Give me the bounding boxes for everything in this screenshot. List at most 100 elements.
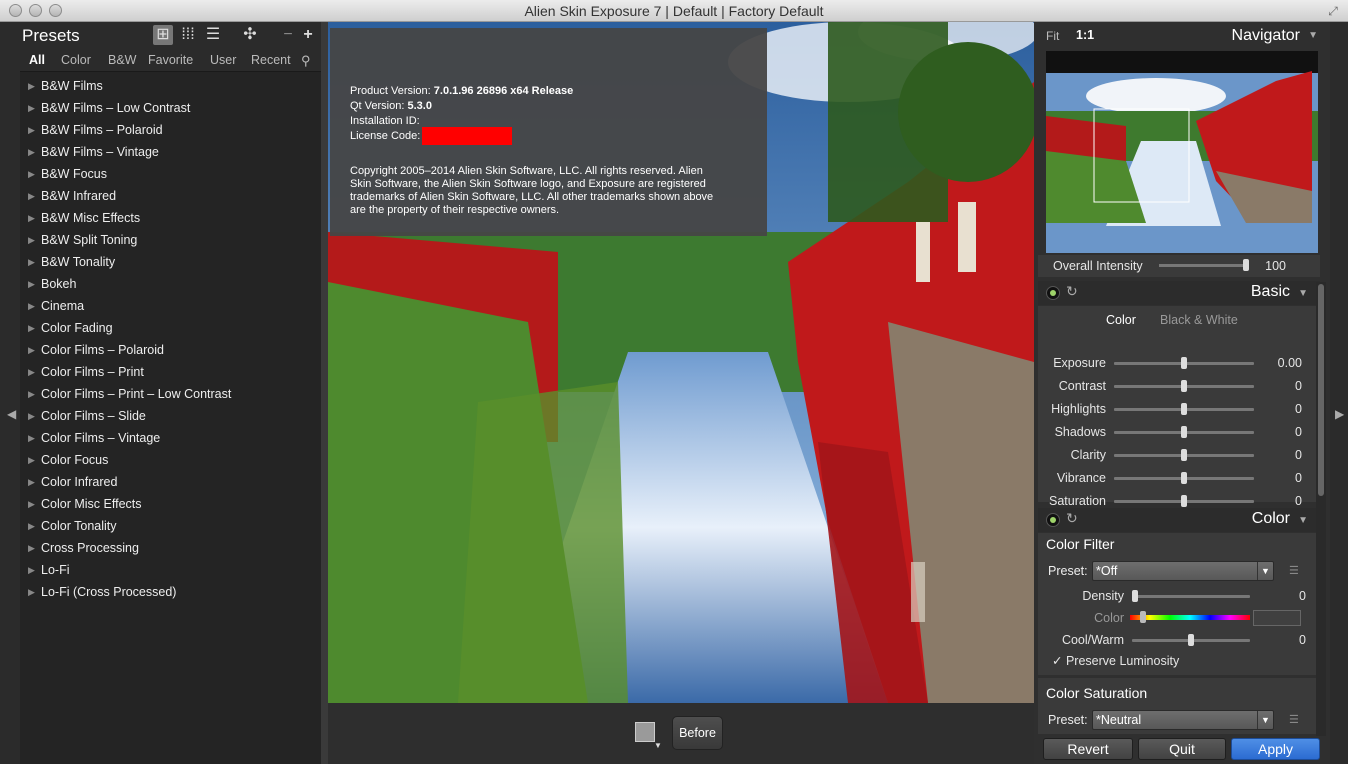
hue-handle[interactable] [1140, 611, 1146, 623]
preset-category-item[interactable]: ▶ B&W Films – Low Contrast [20, 97, 321, 119]
zoom-fit-button[interactable]: Fit [1046, 29, 1059, 43]
navigator-thumbnail[interactable] [1046, 51, 1318, 253]
filter-recent[interactable]: Recent [251, 53, 291, 67]
tab-black-white[interactable]: Black & White [1160, 313, 1238, 327]
tab-color[interactable]: Color [1106, 313, 1136, 327]
disclosure-triangle-icon[interactable]: ▶ [28, 97, 35, 119]
quit-button[interactable]: Quit [1138, 738, 1226, 760]
preset-category-item[interactable]: ▶ Cinema [20, 295, 321, 317]
exposure-slider[interactable] [1114, 357, 1254, 369]
preset-category-item[interactable]: ▶ Color Focus [20, 449, 321, 471]
preset-category-item[interactable]: ▶ Lo-Fi (Cross Processed) [20, 581, 321, 603]
preset-category-item[interactable]: ▶ B&W Split Toning [20, 229, 321, 251]
search-icon[interactable]: ⚲ [301, 53, 311, 69]
filter-favorite[interactable]: Favorite [148, 53, 193, 67]
add-preset-icon[interactable]: + [298, 25, 318, 45]
vibrance-slider[interactable] [1114, 472, 1254, 484]
color-filter-preset-select[interactable]: *Off ▼ [1092, 561, 1274, 581]
collapse-left-icon[interactable]: ◀ [7, 407, 16, 421]
disclosure-triangle-icon[interactable]: ▶ [28, 471, 35, 493]
color-saturation-preset-select[interactable]: *Neutral ▼ [1092, 710, 1274, 730]
disclosure-triangle-icon[interactable]: ▶ [28, 383, 35, 405]
background-color-swatch[interactable] [635, 722, 655, 742]
disclosure-triangle-icon[interactable]: ▶ [28, 185, 35, 207]
slider-handle[interactable] [1181, 403, 1187, 415]
preset-category-item[interactable]: ▶ Color Films – Vintage [20, 427, 321, 449]
preset-menu-icon[interactable]: ☰ [1289, 713, 1299, 726]
disclosure-triangle-icon[interactable]: ▶ [28, 273, 35, 295]
disclosure-triangle-icon[interactable]: ▶ [28, 581, 35, 603]
preset-category-item[interactable]: ▶ Color Films – Polaroid [20, 339, 321, 361]
apply-button[interactable]: Apply [1231, 738, 1320, 760]
disclosure-triangle-icon[interactable]: ▶ [28, 295, 35, 317]
preset-category-item[interactable]: ▶ B&W Tonality [20, 251, 321, 273]
preserve-luminosity-row[interactable]: ✓ Preserve Luminosity [1052, 653, 1179, 668]
basic-collapse-icon[interactable]: ▼ [1298, 288, 1308, 299]
filter-user[interactable]: User [210, 53, 236, 67]
disclosure-triangle-icon[interactable]: ▶ [28, 493, 35, 515]
color-section-header[interactable]: ↻ Color ▼ [1038, 508, 1320, 532]
basic-reset-icon[interactable]: ↻ [1066, 283, 1078, 300]
checkmark-icon[interactable]: ✓ [1052, 654, 1062, 668]
preset-category-item[interactable]: ▶ Color Films – Print – Low Contrast [20, 383, 321, 405]
preset-category-item[interactable]: ▶ B&W Films [20, 75, 321, 97]
disclosure-triangle-icon[interactable]: ▶ [28, 207, 35, 229]
disclosure-triangle-icon[interactable]: ▶ [28, 163, 35, 185]
scrollbar-thumb[interactable] [1318, 284, 1324, 496]
dropdown-arrow-icon[interactable]: ▼ [1257, 711, 1273, 729]
slider-handle[interactable] [1181, 495, 1187, 507]
slider-handle[interactable] [1181, 426, 1187, 438]
preset-category-item[interactable]: ▶ B&W Focus [20, 163, 321, 185]
slider-handle[interactable] [1181, 357, 1187, 369]
swatch-dropdown-icon[interactable]: ▼ [654, 741, 662, 750]
chevron-down-icon[interactable]: ▼ [1308, 30, 1318, 41]
disclosure-triangle-icon[interactable]: ▶ [28, 141, 35, 163]
saturation-slider[interactable] [1114, 495, 1254, 507]
preset-category-item[interactable]: ▶ Bokeh [20, 273, 321, 295]
right-panel-toggle[interactable]: ▶ [1330, 22, 1348, 764]
preset-category-item[interactable]: ▶ Color Films – Slide [20, 405, 321, 427]
preset-category-item[interactable]: ▶ Lo-Fi [20, 559, 321, 581]
preset-category-item[interactable]: ▶ B&W Films – Vintage [20, 141, 321, 163]
slider-handle[interactable] [1181, 380, 1187, 392]
preset-category-item[interactable]: ▶ Color Films – Print [20, 361, 321, 383]
disclosure-triangle-icon[interactable]: ▶ [28, 537, 35, 559]
disclosure-triangle-icon[interactable]: ▶ [28, 251, 35, 273]
large-grid-view-icon[interactable]: ⊞ [153, 25, 173, 45]
color-collapse-icon[interactable]: ▼ [1298, 515, 1308, 526]
coolwarm-handle[interactable] [1188, 634, 1194, 646]
disclosure-triangle-icon[interactable]: ▶ [28, 361, 35, 383]
disclosure-triangle-icon[interactable]: ▶ [28, 405, 35, 427]
fullscreen-icon[interactable]: ⤢ [1326, 4, 1340, 18]
disclosure-triangle-icon[interactable]: ▶ [28, 449, 35, 471]
disclosure-triangle-icon[interactable]: ▶ [28, 317, 35, 339]
remove-preset-icon[interactable]: − [278, 25, 298, 45]
preset-category-item[interactable]: ▶ B&W Misc Effects [20, 207, 321, 229]
zoom-1to1-button[interactable]: 1:1 [1076, 28, 1094, 42]
list-view-icon[interactable]: ☰ [203, 25, 223, 45]
disclosure-triangle-icon[interactable]: ▶ [28, 75, 35, 97]
basic-section-header[interactable]: ↻ Basic ▼ [1038, 281, 1320, 305]
preset-category-item[interactable]: ▶ Color Fading [20, 317, 321, 339]
panel-scrollbar[interactable] [1316, 282, 1326, 756]
revert-button[interactable]: Revert [1043, 738, 1133, 760]
preset-category-item[interactable]: ▶ B&W Infrared [20, 185, 321, 207]
filter-all[interactable]: All [29, 53, 45, 67]
preset-category-item[interactable]: ▶ Color Infrared [20, 471, 321, 493]
density-slider[interactable] [1132, 590, 1250, 602]
disclosure-triangle-icon[interactable]: ▶ [28, 119, 35, 141]
highlights-slider[interactable] [1114, 403, 1254, 415]
density-handle[interactable] [1132, 590, 1138, 602]
filter-color[interactable]: Color [61, 53, 91, 67]
preset-menu-icon[interactable]: ☰ [1289, 564, 1299, 577]
clarity-slider[interactable] [1114, 449, 1254, 461]
color-enable-icon[interactable] [1046, 513, 1060, 527]
preset-category-item[interactable]: ▶ Color Tonality [20, 515, 321, 537]
color-reset-icon[interactable]: ↻ [1066, 510, 1078, 527]
contrast-slider[interactable] [1114, 380, 1254, 392]
disclosure-triangle-icon[interactable]: ▶ [28, 515, 35, 537]
disclosure-triangle-icon[interactable]: ▶ [28, 229, 35, 251]
preset-category-item[interactable]: ▶ B&W Films – Polaroid [20, 119, 321, 141]
overall-intensity-handle[interactable] [1243, 259, 1249, 271]
color-preview-box[interactable] [1253, 610, 1301, 626]
